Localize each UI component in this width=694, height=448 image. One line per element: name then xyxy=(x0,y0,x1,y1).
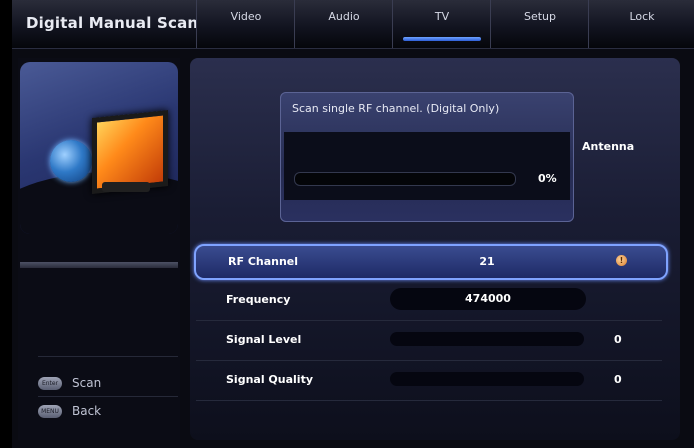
tab-audio[interactable]: Audio xyxy=(294,0,393,48)
menu-key-icon: MENU xyxy=(38,405,62,418)
row-divider xyxy=(196,400,662,401)
tab-label: TV xyxy=(434,10,450,23)
row-divider xyxy=(196,360,662,361)
rf-channel-row[interactable]: RF Channel 21 ! xyxy=(194,244,668,280)
tab-label: Lock xyxy=(629,10,655,23)
hint-scan[interactable]: Enter Scan xyxy=(38,376,101,390)
top-menu-bar: Digital Manual Scan Video Audio TV Setup… xyxy=(12,0,694,49)
globe-icon xyxy=(50,140,92,182)
hint-divider xyxy=(38,396,178,397)
scan-dialog: Scan single RF channel. (Digital Only) 0… xyxy=(280,92,574,222)
scan-progress-bar xyxy=(294,172,516,186)
frequency-value: 474000 xyxy=(390,288,586,310)
signal-quality-bar xyxy=(390,372,584,386)
signal-level-label: Signal Level xyxy=(226,333,302,346)
signal-level-row: Signal Level 0 xyxy=(194,324,664,356)
signal-level-bar xyxy=(390,332,584,346)
progress-percent: 0% xyxy=(538,172,557,185)
info-icon: ! xyxy=(616,255,627,266)
left-divider xyxy=(20,262,178,268)
hint-label: Scan xyxy=(72,376,102,390)
tab-lock[interactable]: Lock xyxy=(588,0,694,48)
tab-tv[interactable]: TV xyxy=(392,0,491,48)
antenna-label: Antenna xyxy=(582,140,635,153)
rf-channel-value: 21 xyxy=(479,255,495,268)
signal-level-value: 0 xyxy=(614,333,622,346)
left-panel: Enter Scan MENU Back xyxy=(18,58,180,440)
page-title: Digital Manual Scan xyxy=(26,14,199,32)
hint-label: Back xyxy=(72,404,102,418)
dialog-body: 0% xyxy=(284,132,570,200)
hint-divider xyxy=(38,356,178,357)
tab-label: Audio xyxy=(328,10,360,23)
row-divider xyxy=(196,320,662,321)
tv-stand xyxy=(102,182,150,192)
tab-setup[interactable]: Setup xyxy=(490,0,589,48)
scan-message: Scan single RF channel. (Digital Only) xyxy=(292,102,500,115)
tab-label: Video xyxy=(230,10,262,23)
screen-edge xyxy=(0,0,12,448)
enter-key-icon: Enter xyxy=(38,377,62,390)
active-tab-indicator xyxy=(403,37,481,41)
signal-quality-row: Signal Quality 0 xyxy=(194,364,664,396)
main-panel: Scan single RF channel. (Digital Only) 0… xyxy=(190,58,680,440)
illustration-panel xyxy=(20,62,178,234)
hint-back[interactable]: MENU Back xyxy=(38,404,101,418)
tab-label: Setup xyxy=(523,10,557,23)
signal-quality-label: Signal Quality xyxy=(226,373,313,386)
tab-video[interactable]: Video xyxy=(196,0,295,48)
frequency-label: Frequency xyxy=(226,293,291,306)
frequency-row: Frequency 474000 xyxy=(194,284,664,316)
rf-channel-label: RF Channel xyxy=(228,255,299,268)
signal-quality-value: 0 xyxy=(614,373,622,386)
